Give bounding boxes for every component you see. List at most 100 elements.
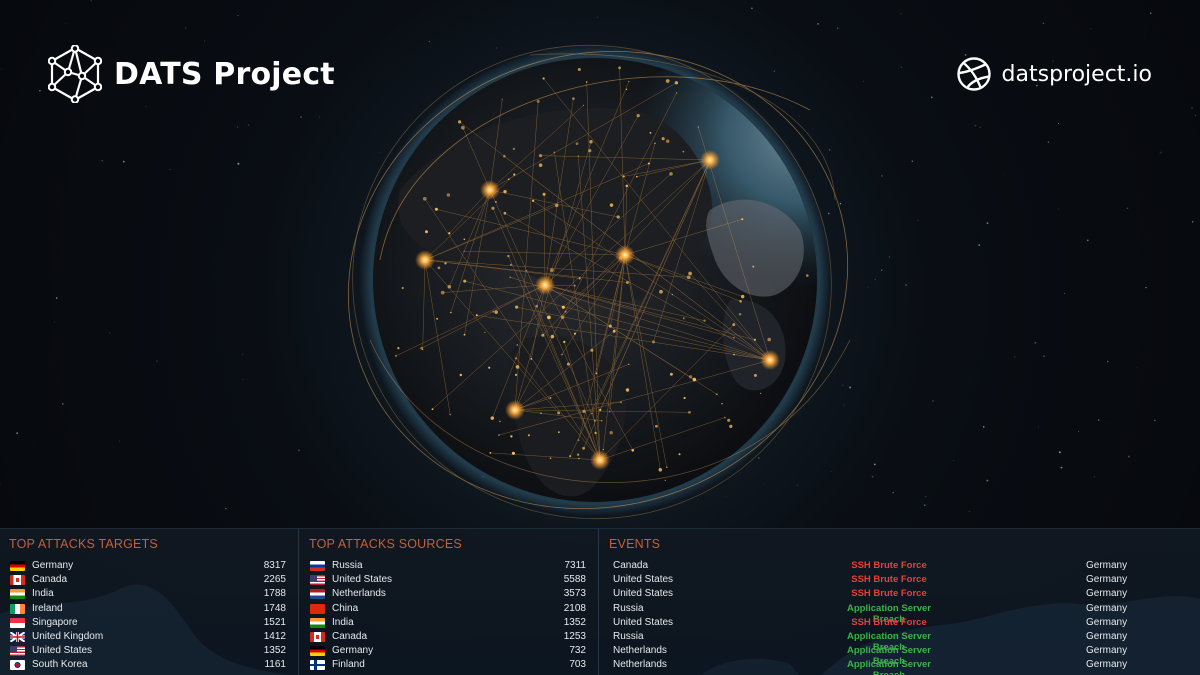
attack-count: 1788: [263, 588, 286, 600]
event-target: Germany: [1086, 574, 1128, 586]
source-row[interactable]: India 1352: [300, 616, 598, 630]
event-row[interactable]: Russia Application Server Breach Germany: [600, 602, 1200, 625]
column-divider: [598, 529, 599, 675]
country-name: United Kingdom: [32, 630, 104, 642]
attack-count: 1412: [263, 630, 286, 642]
event-target: Germany: [1086, 630, 1128, 642]
flag-in-icon: [10, 589, 25, 600]
event-source: Russia: [613, 602, 644, 614]
flag-in-icon: [310, 617, 325, 628]
attack-count: 1748: [263, 602, 286, 614]
attack-count: 2265: [263, 574, 286, 586]
target-row[interactable]: Ireland 1748: [0, 602, 298, 616]
country-name: United States: [332, 574, 393, 586]
stats-panel: TOP ATTACKS TARGETS Germany 8317 Canada 226…: [0, 528, 1200, 675]
event-row[interactable]: Russia Application Server Breach Germany: [600, 630, 1200, 653]
top-sources-column: TOP ATTACKS SOURCES Russia 7311 United Sta…: [300, 529, 598, 675]
event-source: United States: [613, 616, 674, 628]
source-row[interactable]: Russia 7311: [300, 559, 598, 573]
website-url: datsproject.io: [1001, 61, 1152, 87]
attack-count: 1352: [563, 616, 586, 628]
country-name: Singapore: [32, 616, 78, 628]
event-source: Russia: [613, 630, 644, 642]
top-sources-title: TOP ATTACKS SOURCES: [309, 537, 462, 551]
attack-count: 3573: [563, 588, 586, 600]
event-type: SSH Brute Force: [851, 574, 927, 586]
website-link[interactable]: datsproject.io: [956, 56, 1152, 92]
basketball-globe-icon: [956, 57, 991, 91]
brand-logo[interactable]: DATS Project: [48, 44, 335, 104]
event-target: Germany: [1086, 588, 1128, 600]
flag-sg-icon: [10, 617, 25, 628]
country-name: India: [332, 616, 354, 628]
flag-gb-icon: [10, 631, 25, 642]
attack-count: 1161: [264, 659, 286, 671]
target-row[interactable]: Canada 2265: [0, 573, 298, 587]
event-type: Application Server Breach: [847, 659, 931, 675]
event-target: Germany: [1086, 602, 1128, 614]
event-row[interactable]: Canada SSH Brute Force Germany: [600, 559, 1200, 573]
target-row[interactable]: South Korea 1161: [0, 658, 298, 672]
event-source: Netherlands: [613, 645, 667, 657]
attack-count: 5588: [563, 574, 586, 586]
flag-fi-icon: [310, 660, 325, 671]
attack-count: 2108: [563, 602, 586, 614]
top-targets-column: TOP ATTACKS TARGETS Germany 8317 Canada 226…: [0, 529, 298, 675]
country-name: China: [332, 602, 359, 614]
event-row[interactable]: NetherlandsApplication Server BreachGerm…: [600, 644, 1200, 667]
target-row[interactable]: India 1788: [0, 587, 298, 601]
country-name: Ireland: [32, 602, 63, 614]
top-targets-list: Germany 8317 Canada 2265 India 1788 Ireland 174…: [0, 559, 298, 673]
flag-cn-icon: [310, 603, 325, 614]
attack-count: 8317: [263, 560, 286, 571]
attack-count: 7311: [564, 560, 586, 571]
event-row[interactable]: Netherlands Application Server Breach Germ…: [600, 658, 1200, 675]
event-source: Netherlands: [613, 659, 667, 671]
country-name: United States: [32, 645, 93, 657]
source-row[interactable]: Canada 1253: [300, 630, 598, 644]
event-row[interactable]: United States SSH Brute Force Germany: [600, 573, 1200, 587]
source-row[interactable]: China 2108: [300, 602, 598, 616]
country-name: Germany: [32, 560, 74, 571]
attack-count: 1352: [263, 645, 286, 657]
target-row[interactable]: Germany 8317: [0, 559, 298, 573]
country-name: India: [32, 588, 54, 600]
flag-nl-icon: [310, 589, 325, 600]
target-row[interactable]: United States 1352: [0, 644, 298, 658]
event-source: United States: [613, 574, 674, 586]
source-row[interactable]: Netherlands 3573: [300, 587, 598, 601]
event-type: SSH Brute Force: [851, 588, 927, 600]
events-column: EVENTS Canada SSH Brute Force Germany Unite…: [600, 529, 1200, 675]
event-row[interactable]: United States SSH Brute Force Germany: [600, 587, 1200, 601]
attack-count: 1253: [563, 630, 586, 642]
brand-name: DATS Project: [114, 56, 335, 92]
event-source: Canada: [613, 560, 649, 571]
flag-de-icon: [310, 646, 325, 657]
flag-de-icon: [10, 561, 25, 571]
country-name: Russia: [332, 560, 363, 571]
event-type: SSH Brute Force: [851, 616, 927, 628]
attack-count: 703: [569, 659, 586, 671]
column-divider: [298, 529, 299, 675]
events-title: EVENTS: [609, 537, 661, 551]
top-targets-title: TOP ATTACKS TARGETS: [9, 537, 158, 551]
event-target: Germany: [1086, 645, 1128, 657]
flag-ru-icon: [310, 561, 325, 571]
country-name: Finland: [332, 659, 365, 671]
event-target: Germany: [1086, 659, 1128, 671]
source-row[interactable]: Finland 703: [300, 658, 598, 672]
flag-us-icon: [10, 646, 25, 657]
attack-count: 732: [569, 645, 586, 657]
event-row[interactable]: United States SSH Brute Force Germany: [600, 616, 1200, 630]
source-row[interactable]: Germany 732: [300, 644, 598, 658]
source-row[interactable]: United States 5588: [300, 573, 598, 587]
country-name: Canada: [32, 574, 68, 586]
attack-globe-visualization[interactable]: [330, 40, 870, 520]
flag-ie-icon: [10, 603, 25, 614]
network-polyhedron-icon: [48, 45, 102, 103]
target-row[interactable]: Singapore 1521: [0, 616, 298, 630]
flag-kr-icon: [10, 660, 25, 671]
country-name: Germany: [332, 645, 374, 657]
target-row[interactable]: United Kingdom 1412: [0, 630, 298, 644]
events-list: Canada SSH Brute Force Germany United State…: [600, 559, 1200, 675]
